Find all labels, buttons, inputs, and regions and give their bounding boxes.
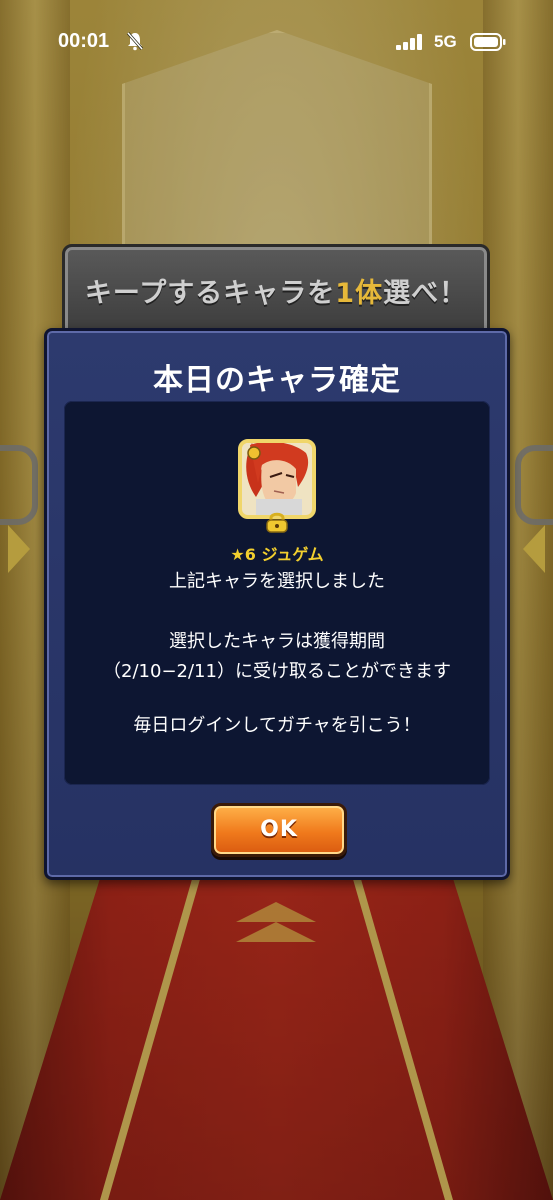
bell-muted-icon xyxy=(126,32,144,51)
period-message-line1: 選択したキャラは獲得期間 xyxy=(169,631,385,652)
chain-lock-icon xyxy=(266,512,288,533)
signal-icon xyxy=(396,34,422,50)
character-portrait[interactable] xyxy=(238,439,316,519)
dialog-title: 本日のキャラ確定 xyxy=(153,363,401,398)
keep-character-title: キープするキャラを1体選べ！ xyxy=(84,278,468,309)
period-message-line2: （2/10−2/11）に受け取ることができます xyxy=(103,661,451,682)
battery-icon xyxy=(470,33,506,51)
keep-character-panel: キープするキャラを1体選べ！ xyxy=(62,244,490,338)
character-art xyxy=(242,443,312,515)
status-time: 00:01 xyxy=(58,30,110,52)
status-bar: 00:01 5G xyxy=(0,0,553,80)
character-rarity-name: ★6 ジュゲム xyxy=(230,545,324,564)
daily-login-message: 毎日ログインしてガチャを引こう！ xyxy=(133,715,421,736)
network-label: 5G xyxy=(434,32,457,51)
ok-button[interactable]: OK xyxy=(211,803,347,857)
selected-message: 上記キャラを選択しました xyxy=(169,571,385,592)
dialog-content: ★6 ジュゲム 上記キャラを選択しました 選択したキャラは獲得期間 （2/10−… xyxy=(64,401,490,785)
daily-character-dialog: 本日のキャラ確定 ★6 ジュゲム 上記キャラを選択しました 選択したキャラは獲得… xyxy=(44,328,510,880)
